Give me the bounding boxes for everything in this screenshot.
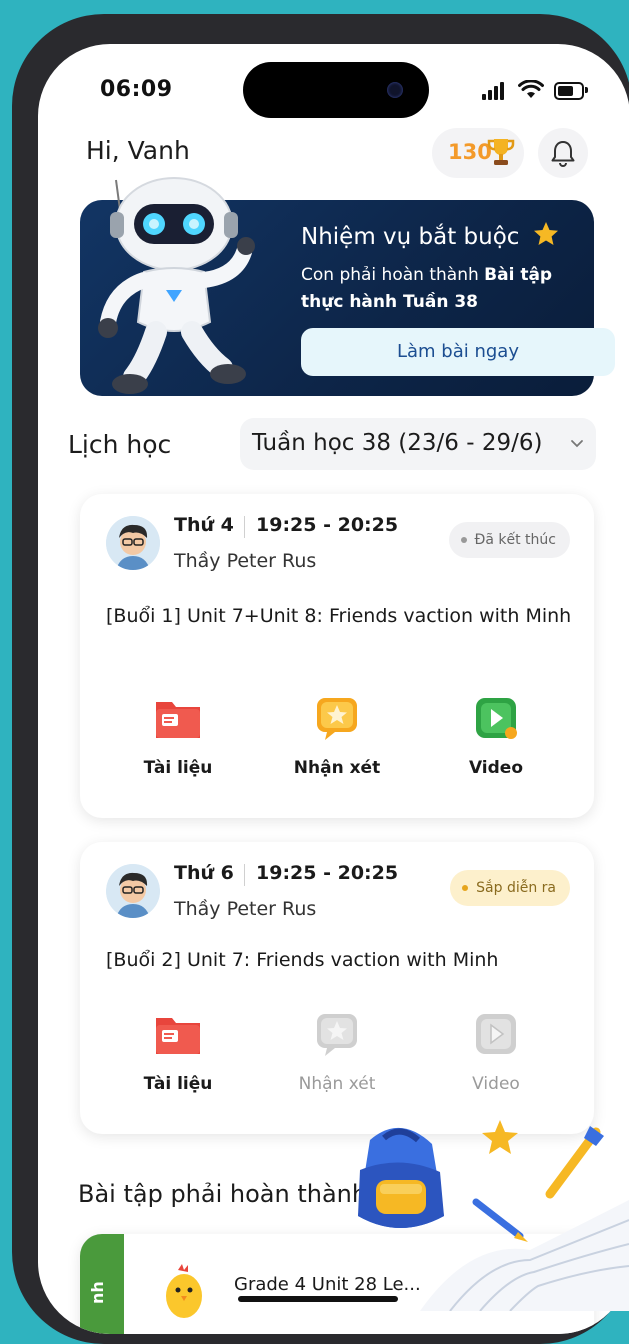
week-selector[interactable]: Tuần học 38 (23/6 - 29/6) [240, 418, 596, 470]
session-actions: Tài liệu Nhận xét Video [80, 694, 594, 804]
video-button[interactable]: Video [426, 1010, 566, 1120]
homework-item-title: Grade 4 Unit 28 Le... [234, 1274, 421, 1295]
lesson-title: [Buổi 2] Unit 7: Friends vaction with Mi… [106, 944, 576, 976]
teacher-avatar [106, 516, 160, 570]
status-text: Đã kết thúc [474, 532, 556, 548]
system-icons [482, 80, 588, 100]
materials-button[interactable]: Tài liệu [108, 694, 248, 804]
dynamic-island [243, 62, 429, 118]
feedback-star-icon [317, 698, 357, 740]
document-folder-icon [156, 1018, 200, 1054]
camera-icon [387, 82, 403, 98]
week-selector-value: Tuần học 38 (23/6 - 29/6) [252, 430, 543, 456]
divider [244, 864, 245, 886]
status-text: Sắp diễn ra [476, 880, 556, 896]
signal-icon [482, 82, 504, 100]
divider [244, 516, 245, 538]
action-label: Nhận xét [293, 758, 381, 778]
status-badge: Sắp diễn ra [450, 870, 570, 906]
session-day: Thứ 4 [174, 514, 234, 536]
status-badge: Đã kết thúc [448, 522, 570, 558]
session-card[interactable]: Thứ 6 19:25 - 20:25 Thầy Peter Rus Sắp d… [80, 842, 594, 1134]
book-decoration [420, 1200, 629, 1311]
teacher-avatar [106, 864, 160, 918]
lesson-name: Unit 7: Friends vaction with Minh [186, 949, 499, 971]
points-badge[interactable]: 130 [432, 128, 524, 178]
lesson-name: Unit 7+Unit 8: Friends vaction with Minh [186, 605, 572, 627]
schedule-label: Lịch học [68, 430, 172, 459]
lesson-title: [Buổi 1] Unit 7+Unit 8: Friends vaction … [106, 600, 576, 632]
start-exercise-button[interactable]: Làm bài ngay [301, 328, 615, 376]
phone-frame: 06:09 Hi, Vanh 130 Nhiệm vụ bắt buộc Con… [12, 14, 629, 1344]
trophy-icon [487, 139, 515, 165]
bell-icon [551, 141, 575, 167]
home-indicator [238, 1296, 398, 1302]
session-actions: Tài liệu Nhận xét Video [80, 1010, 594, 1120]
action-label: Video [468, 758, 524, 778]
feedback-star-icon [317, 1014, 357, 1056]
action-label: Tài liệu [143, 758, 213, 778]
greeting-text: Hi, Vanh [86, 136, 190, 165]
star-icon [534, 222, 558, 245]
video-play-icon [476, 698, 517, 739]
lesson-number: [Buổi 1] [106, 605, 181, 627]
session-time: 19:25 - 20:25 [256, 514, 399, 536]
status-bar: 06:09 [38, 44, 629, 134]
notification-button[interactable] [538, 128, 588, 178]
feedback-button[interactable]: Nhận xét [267, 1010, 407, 1120]
video-play-icon [476, 1014, 516, 1054]
teacher-name: Thầy Peter Rus [174, 898, 317, 920]
homework-title: Bài tập phải hoàn thành [78, 1180, 368, 1208]
robot-mascot [98, 177, 255, 394]
homework-subject-tab: nh [80, 1234, 124, 1334]
star-decoration [482, 1120, 518, 1154]
mission-desc-text: Con phải hoàn thành [301, 265, 485, 285]
session-time: 19:25 - 20:25 [256, 862, 399, 884]
chevron-down-icon [571, 440, 583, 448]
wifi-icon [518, 80, 544, 98]
video-button[interactable]: Video [426, 694, 566, 804]
status-time: 06:09 [100, 77, 173, 102]
document-folder-icon [156, 702, 200, 738]
mission-description: Con phải hoàn thành Bài tập thực hành Tu… [301, 262, 581, 316]
materials-button[interactable]: Tài liệu [108, 1010, 248, 1120]
teacher-name: Thầy Peter Rus [174, 550, 317, 572]
action-label: Video [472, 1074, 520, 1094]
status-dot [460, 537, 467, 543]
status-dot [462, 885, 469, 891]
action-label: Tài liệu [143, 1074, 213, 1094]
mission-title: Nhiệm vụ bắt buộc [301, 224, 520, 250]
homework-subject-label: nh [88, 1281, 107, 1304]
feedback-button[interactable]: Nhận xét [267, 694, 407, 804]
lesson-number: [Buổi 2] [106, 949, 181, 971]
battery-icon [554, 82, 588, 100]
action-label: Nhận xét [298, 1074, 376, 1094]
chick-icon [166, 1264, 202, 1318]
session-day: Thứ 6 [174, 862, 234, 884]
paintbrush-decoration [545, 1126, 604, 1199]
session-card[interactable]: Thứ 4 19:25 - 20:25 Thầy Peter Rus Đã kế… [80, 494, 594, 818]
